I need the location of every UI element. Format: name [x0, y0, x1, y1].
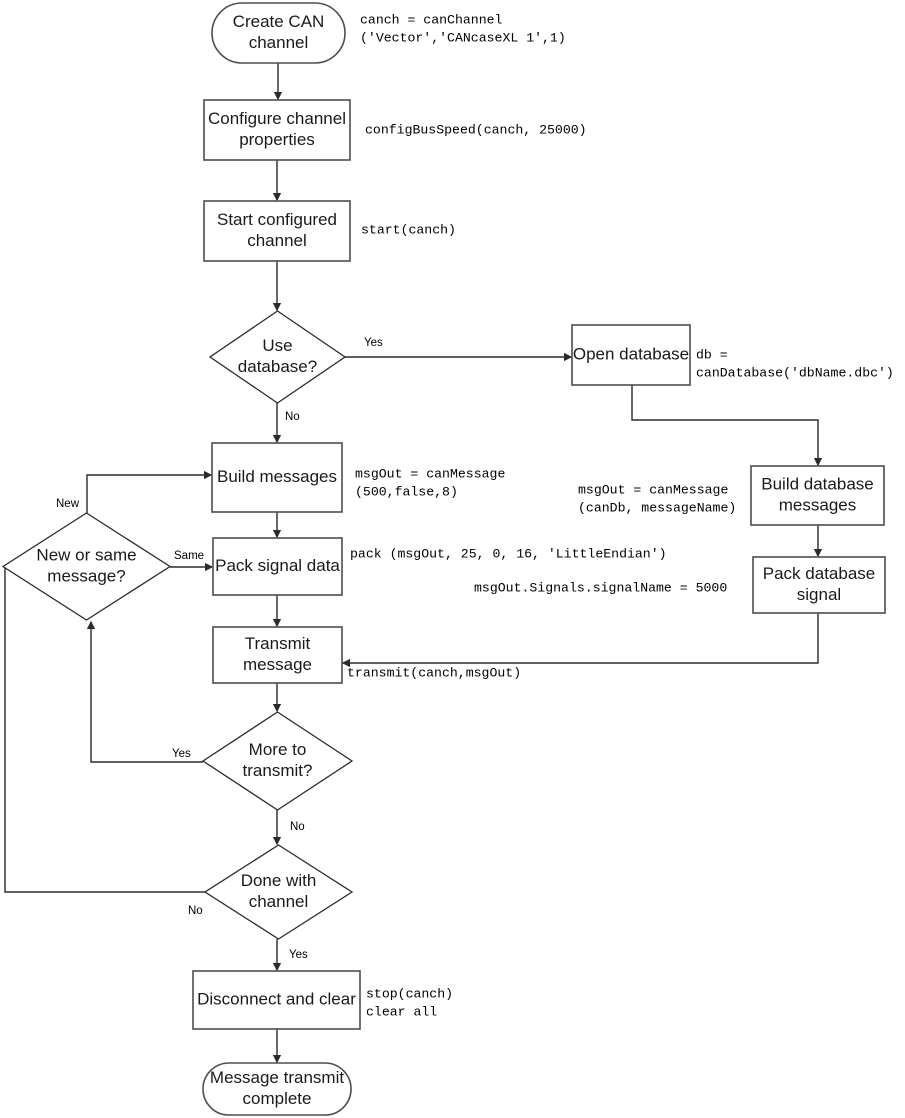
disconnect-and-clear-node: Disconnect and clear [192, 970, 361, 1030]
code-stop-clear: stop(canch) clear all [366, 986, 453, 1019]
code-transmit: transmit(canch,msgOut) [347, 665, 521, 680]
code-create-can-channel-line-0: canch = canChannel [360, 12, 503, 27]
new-or-same-message-decision-label-1: message? [47, 566, 125, 585]
edge-label-use-database-no: No [285, 411, 300, 423]
pack-signal-data-node-label-0: Pack signal data [215, 556, 340, 575]
done-with-channel-decision: Done with channel [203, 844, 354, 940]
code-config-bus-speed-line-0: configBusSpeed(canch, 25000) [365, 122, 587, 137]
use-database-decision: Use database? [208, 310, 347, 404]
code-stop-clear-line-0: stop(canch) [366, 986, 453, 1001]
transmit-message-node: Transmit message [212, 626, 343, 684]
code-start-channel: start(canch) [361, 222, 456, 237]
edge-label-use-database-yes: Yes [364, 337, 383, 349]
code-transmit-line-0: transmit(canch,msgOut) [347, 665, 521, 680]
more-to-transmit-decision: More to transmit? [201, 711, 354, 811]
code-stop-clear-line-1: clear all [366, 1004, 437, 1019]
code-can-message-database: msgOut = canMessage (canDb, messageName) [578, 482, 736, 515]
more-to-transmit-decision-label-1: transmit? [243, 761, 313, 780]
message-transmit-complete-node-label-0: Message transmit [210, 1068, 344, 1087]
start-configured-channel-node-label-1: channel [247, 231, 307, 250]
edge-label-done-with-channel-yes: Yes [289, 949, 308, 961]
code-create-can-channel: canch = canChannel ('Vector','CANcaseXL 1… [360, 12, 566, 45]
open-database-node-label-0: Open database [573, 344, 689, 363]
code-create-can-channel-line-1: ('Vector','CANcaseXL 1',1) [360, 30, 566, 45]
code-can-message-raw-line-1: (500,false,8) [355, 484, 458, 499]
edge-more-to-transmit-yes [86, 620, 203, 763]
pack-database-signal-node-label-1: signal [797, 585, 841, 604]
edge-label-new-branch: New [56, 498, 80, 510]
configure-channel-properties-node-label-1: properties [239, 130, 315, 149]
disconnect-and-clear-node-label-0: Disconnect and clear [197, 989, 356, 1008]
code-signal-assignment: msgOut.Signals.signalName = 5000 [474, 580, 727, 595]
use-database-decision-label-1: database? [238, 357, 317, 376]
pack-database-signal-node: Pack database signal [752, 556, 886, 614]
edge-done-with-channel-no [4, 562, 205, 893]
code-can-database: db = canDatabase('dbName.dbc') [696, 347, 894, 380]
code-can-database-line-1: canDatabase('dbName.dbc') [696, 365, 894, 380]
done-with-channel-decision-label-1: channel [249, 892, 309, 911]
code-config-bus-speed: configBusSpeed(canch, 25000) [365, 122, 587, 137]
new-or-same-message-decision-label-0: New or same [36, 545, 136, 564]
build-messages-node-label-0: Build messages [217, 467, 337, 486]
code-can-message-raw: msgOut = canMessage (500,false,8) [355, 466, 505, 499]
edge-label-more-to-transmit-yes: Yes [172, 748, 191, 760]
code-start-channel-line-0: start(canch) [361, 222, 456, 237]
start-configured-channel-node: Start configured channel [203, 200, 351, 262]
code-pack-signal: pack (msgOut, 25, 0, 16, 'LittleEndian') [350, 546, 667, 561]
transmit-message-node-label-0: Transmit [245, 634, 311, 653]
edge-label-done-with-channel-no: No [188, 905, 203, 917]
code-can-database-line-0: db = [696, 347, 728, 362]
done-with-channel-decision-label-0: Done with [241, 871, 317, 890]
code-can-message-raw-line-0: msgOut = canMessage [355, 466, 505, 481]
create-can-channel-node-label-0: Create CAN [233, 12, 325, 31]
use-database-decision-label-0: Use [262, 336, 292, 355]
flowchart-canvas: Create CAN channel Configure channel proper… [0, 0, 905, 1118]
edge-pack-database-to-transmit [341, 613, 819, 668]
create-can-channel-node-label-1: channel [249, 33, 309, 52]
message-transmit-complete-node-label-1: complete [243, 1089, 312, 1108]
message-transmit-complete-node: Message transmit complete [202, 1062, 352, 1116]
edge-new-or-same-new [86, 470, 213, 513]
code-pack-signal-line-0: pack (msgOut, 25, 0, 16, 'LittleEndian') [350, 546, 667, 561]
configure-channel-properties-node: Configure channel properties [203, 99, 351, 161]
start-configured-channel-node-label-0: Start configured [217, 210, 337, 229]
create-can-channel-node: Create CAN channel [211, 2, 346, 64]
code-signal-assignment-line-0: msgOut.Signals.signalName = 5000 [474, 580, 727, 595]
more-to-transmit-decision-label-0: More to [249, 740, 307, 759]
transmit-message-node-label-1: message [243, 655, 312, 674]
can-transmit-flowchart: Create CAN channel Configure channel proper… [1, 2, 894, 1116]
configure-channel-properties-node-label-0: Configure channel [208, 109, 346, 128]
build-messages-node: Build messages [211, 442, 343, 513]
edge-label-same-branch: Same [174, 550, 204, 562]
pack-signal-data-node: Pack signal data [212, 537, 343, 596]
open-database-node: Open database [571, 324, 691, 386]
code-can-message-database-line-0: msgOut = canMessage [578, 482, 728, 497]
build-database-messages-node-label-1: messages [779, 495, 856, 514]
new-or-same-message-decision: New or same message? [1, 512, 172, 621]
edge-open-database-to-build-database [631, 385, 823, 467]
pack-database-signal-node-label-0: Pack database [763, 564, 875, 583]
code-can-message-database-line-1: (canDb, messageName) [578, 500, 736, 515]
edge-label-more-to-transmit-no: No [290, 821, 305, 833]
build-database-messages-node: Build database messages [750, 465, 885, 526]
build-database-messages-node-label-0: Build database [761, 474, 873, 493]
